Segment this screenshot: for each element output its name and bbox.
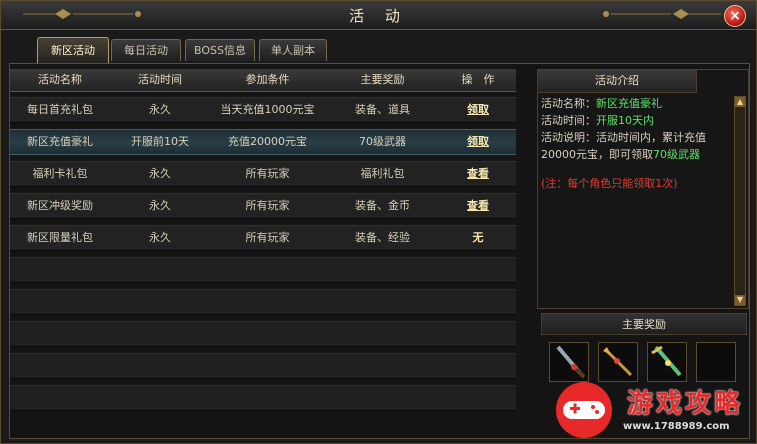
intro-time-value: 开服10天内 [596, 114, 654, 127]
empty-row [10, 289, 516, 315]
row-reward: 福利礼包 [360, 167, 405, 180]
table-row[interactable]: 新区冲级奖励 永久 所有玩家 装备、金币 查看 [10, 193, 516, 219]
close-button[interactable]: × [724, 5, 746, 27]
row-condition: 所有玩家 [245, 199, 290, 212]
scroll-up-icon[interactable]: ▲ [735, 97, 745, 107]
row-condition: 充值20000元宝 [228, 135, 307, 148]
view-button[interactable]: 查看 [440, 194, 516, 220]
title-bar: 活 动 × [1, 1, 756, 30]
table-row[interactable]: 福利卡礼包 永久 所有玩家 福利礼包 查看 [10, 161, 516, 187]
gamepad-icon [556, 382, 612, 438]
empty-row [10, 353, 516, 379]
table-row[interactable]: 每日首充礼包 永久 当天充值1000元宝 装备、道具 领取 [10, 97, 516, 123]
row-name: 新区充值豪礼 [27, 135, 93, 148]
row-reward: 装备、道具 [355, 103, 410, 116]
table-row[interactable]: 新区充值豪礼 开服前10天 充值20000元宝 70级武器 领取 [10, 129, 516, 155]
intro-note: (注：每个角色只能领取1次) [541, 177, 678, 190]
reward-slot-3[interactable] [647, 342, 687, 382]
intro-time-label: 活动时间： [541, 114, 596, 127]
col-condition: 参加条件 [245, 73, 290, 86]
activity-window: 活 动 × 新区活动 每日活动 BOSS信息 单人副本 活动名称 活动时间 参加… [0, 0, 757, 444]
intro-desc-value: 70级武器 [653, 148, 700, 161]
tab-boss-info[interactable]: BOSS信息 [185, 39, 255, 61]
row-reward: 装备、金币 [355, 199, 410, 212]
tab-solo-dungeon[interactable]: 单人副本 [259, 39, 327, 61]
tab-daily-activity[interactable]: 每日活动 [111, 39, 181, 61]
row-time: 开服前10天 [131, 135, 189, 148]
empty-row [10, 257, 516, 283]
intro-name-value: 新区充值豪礼 [596, 97, 662, 110]
weapon-icon [603, 347, 633, 377]
activity-intro-panel: 活动介绍 活动名称：新区充值豪礼 活动时间：开服10天内 活动说明：活动时间内，… [537, 69, 749, 309]
weapon-icon [556, 345, 586, 379]
intro-header: 活动介绍 [538, 70, 697, 93]
reward-slot-2[interactable] [598, 342, 638, 382]
col-activity-time: 活动时间 [138, 73, 182, 86]
scroll-down-icon[interactable]: ▼ [735, 295, 745, 305]
row-name: 新区冲级奖励 [27, 199, 93, 212]
row-reward: 70级武器 [359, 135, 406, 148]
row-condition: 所有玩家 [245, 231, 290, 244]
row-name: 福利卡礼包 [32, 167, 88, 180]
action-none-label: 无 [472, 231, 484, 244]
intro-name-label: 活动名称： [541, 97, 596, 110]
row-time: 永久 [149, 103, 171, 116]
tab-new-server-activity[interactable]: 新区活动 [37, 37, 109, 63]
col-activity-name: 活动名称 [38, 73, 82, 86]
col-action: 操 作 [461, 73, 495, 86]
claim-button[interactable]: 领取 [440, 98, 516, 124]
view-button[interactable]: 查看 [440, 162, 516, 188]
intro-scrollbar[interactable]: ▲ ▼ [734, 96, 746, 306]
watermark-text: 游戏攻略 [627, 389, 744, 419]
row-condition: 所有玩家 [245, 167, 290, 180]
intro-text: 活动名称：新区充值豪礼 活动时间：开服10天内 活动说明：活动时间内，累计充值2… [541, 95, 731, 305]
row-name: 新区限量礼包 [27, 231, 93, 244]
row-condition: 当天充值1000元宝 [220, 103, 315, 116]
empty-row [10, 385, 516, 411]
empty-row [10, 321, 516, 347]
table-row[interactable]: 新区限量礼包 永久 所有玩家 装备、经验 无 [10, 225, 516, 251]
claim-button[interactable]: 领取 [440, 130, 516, 156]
table-header: 活动名称 活动时间 参加条件 主要奖励 操 作 [10, 69, 516, 92]
reward-slot-1[interactable] [549, 342, 589, 382]
row-time: 永久 [149, 167, 171, 180]
row-name: 每日首充礼包 [27, 103, 93, 116]
reward-slot-4[interactable] [696, 342, 736, 382]
reward-header: 主要奖励 [541, 313, 747, 335]
watermark-url: www.1788989.com [623, 421, 730, 432]
title-ornament-right-icon [603, 9, 721, 19]
row-time: 永久 [149, 199, 171, 212]
activity-table: 活动名称 活动时间 参加条件 主要奖励 操 作 每日首充礼包 永久 当天充值10… [10, 69, 516, 431]
row-reward: 装备、经验 [355, 231, 410, 244]
col-reward: 主要奖励 [360, 73, 405, 86]
row-time: 永久 [149, 231, 171, 244]
watermark-logo: 游戏攻略 www.1788989.com [549, 379, 754, 441]
weapon-icon [651, 345, 682, 377]
